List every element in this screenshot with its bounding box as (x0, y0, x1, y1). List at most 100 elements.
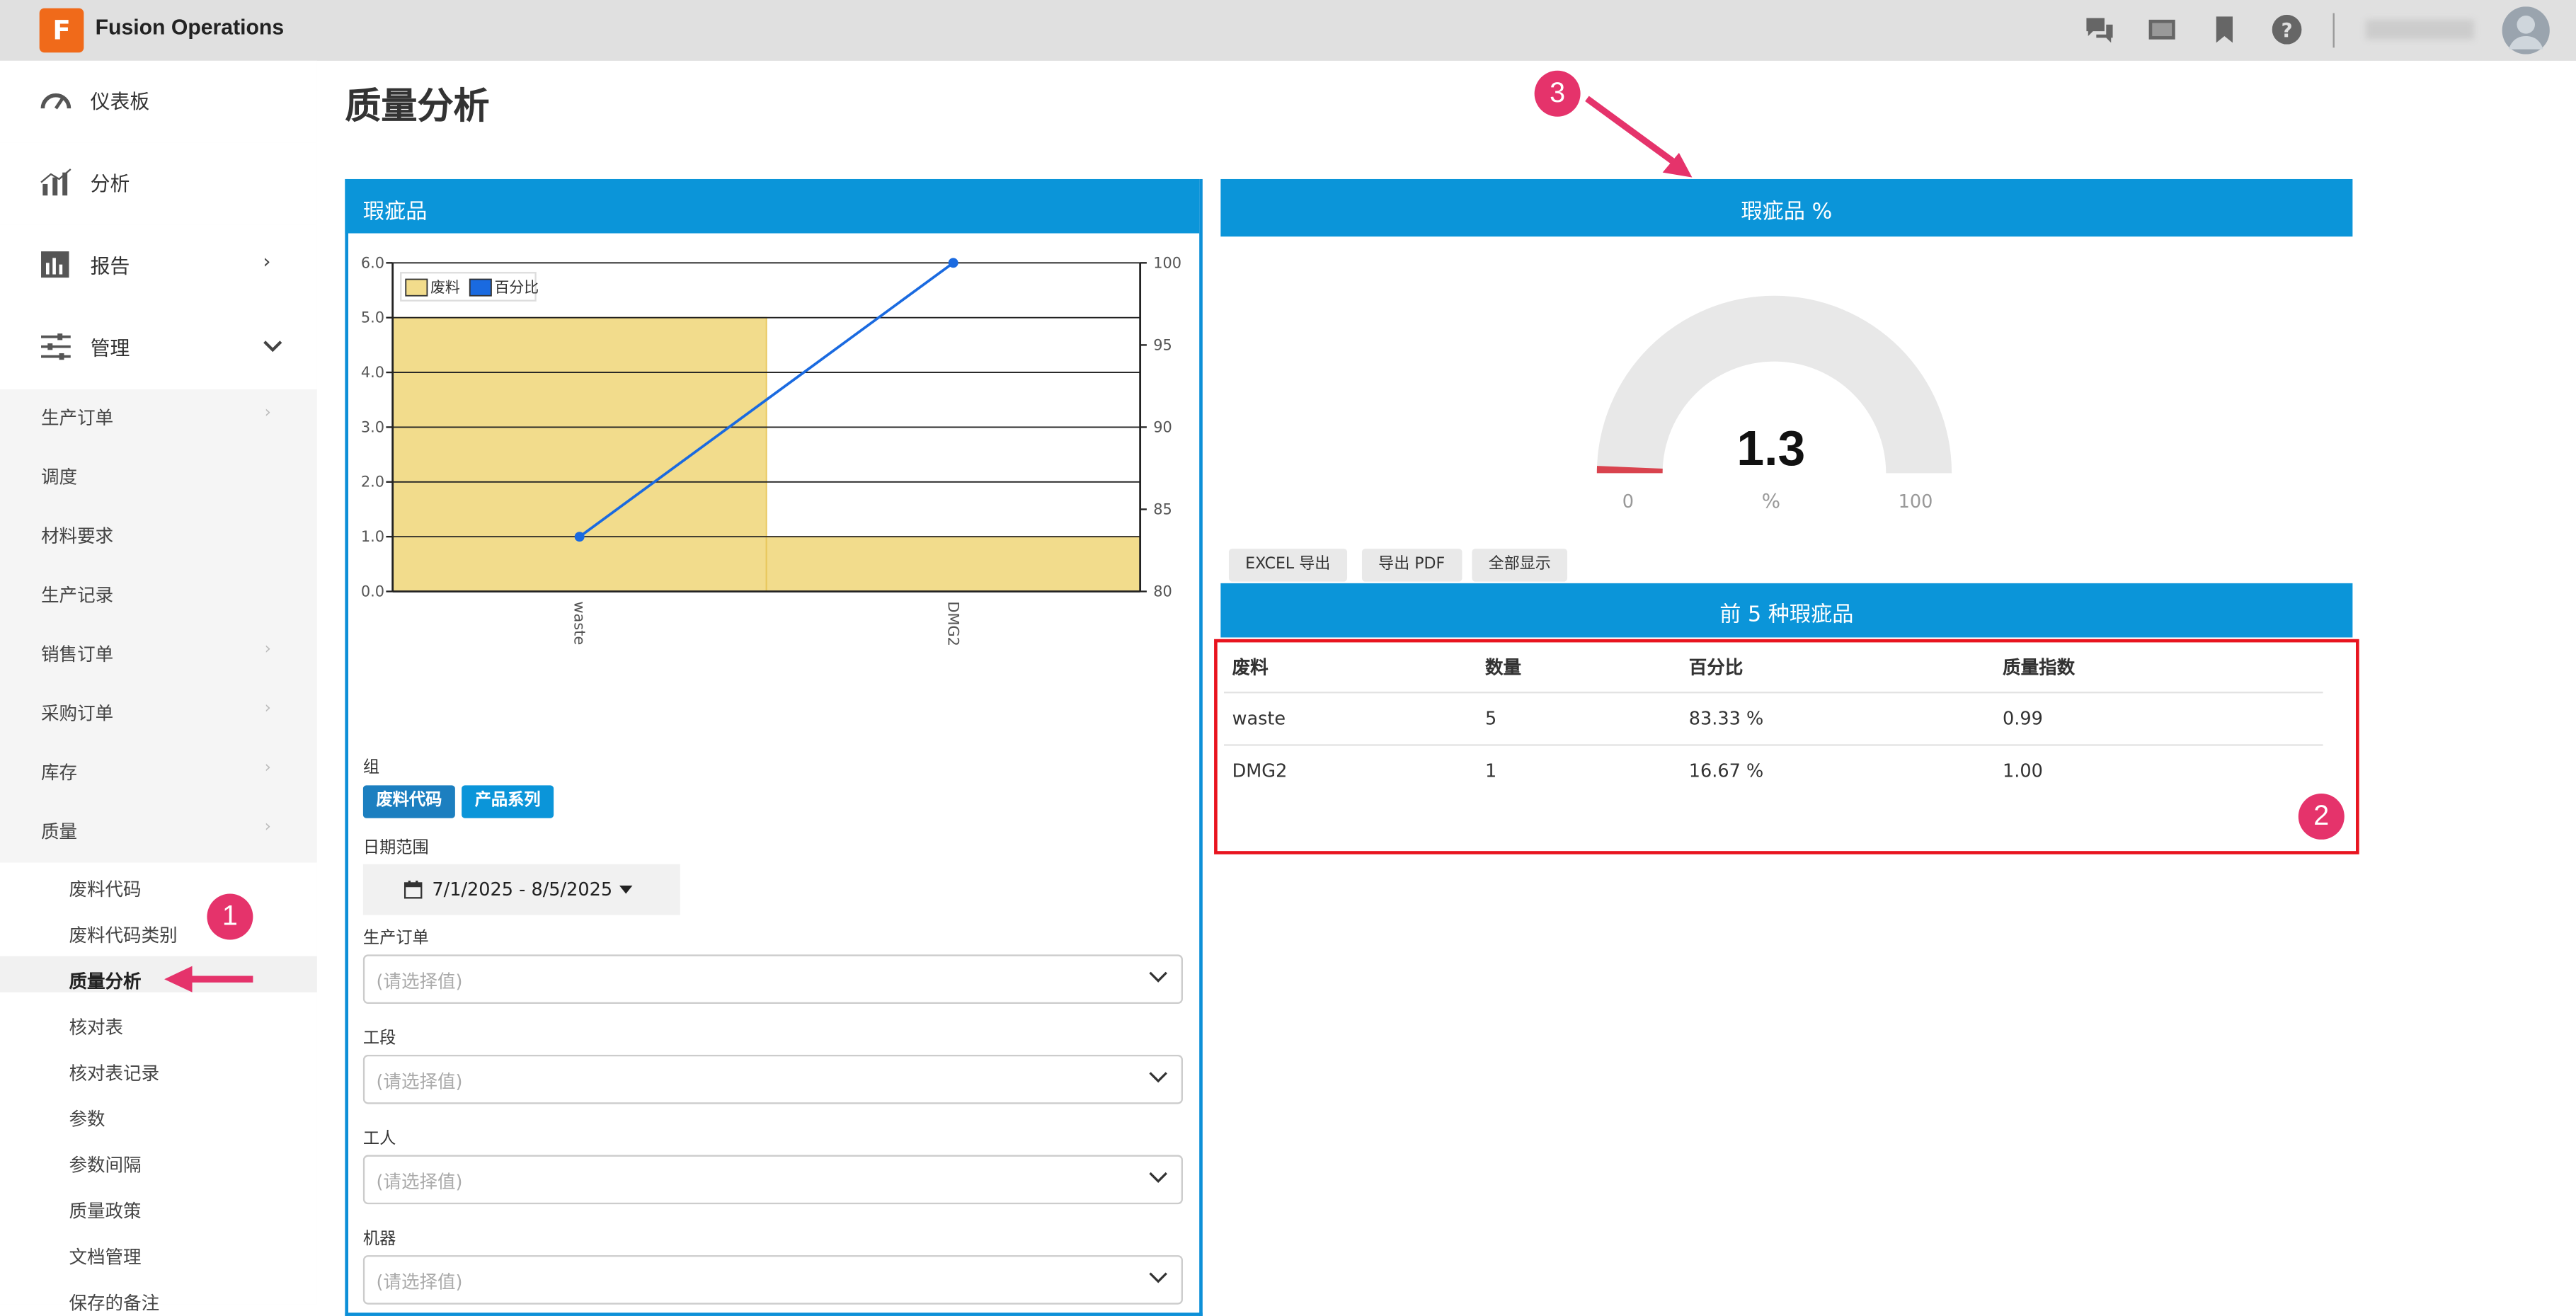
chart-legend-label: 废料 (430, 279, 460, 296)
app-logo[interactable]: F (39, 8, 84, 53)
top-bar: F Fusion Operations ? (0, 0, 2576, 61)
quality-item-scrap-code-categories[interactable]: 废料代码类别 (69, 922, 177, 948)
row-divider (1223, 692, 2323, 694)
bookmark-icon[interactable] (2209, 16, 2239, 43)
chevron-down-icon (1149, 971, 1167, 983)
select-placeholder: (请选择值) (376, 1171, 463, 1193)
chevron-right-icon: › (264, 641, 271, 659)
chevron-right-icon: › (264, 759, 271, 777)
chevron-down-icon (263, 341, 282, 353)
sidebar-item-sales-orders[interactable]: 销售订单 › (0, 624, 317, 684)
chart-y2-tick-label: 100 (1153, 254, 1181, 271)
worker-select[interactable]: (请选择值) (362, 1155, 1183, 1205)
chart-y-tick-label: 1.0 (361, 528, 384, 545)
work-center-select[interactable]: (请选择值) (362, 1054, 1183, 1104)
quality-item-scrap-codes[interactable]: 废料代码 (69, 876, 141, 902)
filter-label-worker: 工人 (362, 1130, 396, 1149)
chart-legend-swatch (469, 278, 492, 297)
quality-item-quality-policies[interactable]: 质量政策 (69, 1198, 141, 1224)
production-order-select[interactable]: (请选择值) (362, 954, 1183, 1005)
chart-point (948, 258, 958, 268)
cell-scrap: DMG2 (1232, 760, 1288, 782)
gauge-unit: % (1761, 489, 1781, 513)
sidebar-item-production-orders[interactable]: 生产订单 › (0, 388, 317, 447)
sidebar-item-manage[interactable]: 管理 (0, 307, 317, 390)
defect-percent-title: 瑕疵品 % (1741, 200, 1833, 225)
show-all-button[interactable]: 全部显示 (1472, 549, 1568, 582)
annotation-marker-3: 3 (1534, 70, 1581, 117)
avatar[interactable] (2502, 6, 2550, 55)
quality-item-parameter-intervals[interactable]: 参数间隔 (69, 1152, 141, 1178)
sidebar-item-reports[interactable]: 报告 › (0, 224, 317, 307)
cell-quantity: 1 (1485, 760, 1497, 782)
column-header-quality-index[interactable]: 质量指数 (2003, 654, 2075, 680)
help-icon[interactable]: ? (2272, 14, 2302, 45)
chevron-right-icon: › (264, 404, 271, 423)
defect-percent-header: 瑕疵品 % (1220, 178, 2353, 237)
machine-select[interactable]: (请选择值) (362, 1255, 1183, 1305)
sidebar-item-inventory[interactable]: 库存 › (0, 743, 317, 802)
annotation-marker-2: 2 (2298, 793, 2345, 840)
defects-panel-header: 瑕疵品 (345, 178, 1200, 234)
cell-scrap: waste (1232, 708, 1286, 730)
chart-y-tick-label: 0.0 (361, 583, 384, 600)
quality-item-quality-analysis[interactable]: 质量分析 (69, 968, 141, 994)
cell-quality-index: 0.99 (2003, 708, 2043, 730)
sidebar-item-analytics[interactable]: 分析 (0, 142, 317, 225)
cell-percent: 83.33 % (1688, 708, 1764, 730)
top5-header: 前 5 种瑕疵品 (1220, 583, 2353, 638)
column-header-scrap[interactable]: 废料 (1232, 654, 1269, 680)
quality-item-document-management[interactable]: 文档管理 (69, 1244, 141, 1270)
report-icon (41, 251, 69, 278)
sidebar-item-quality[interactable]: 质量 › (0, 802, 317, 862)
excel-export-button[interactable]: EXCEL 导出 (1228, 549, 1347, 582)
sidebar-item-purchase-orders[interactable]: 采购订单 › (0, 683, 317, 743)
filter-label-work-center: 工段 (362, 1030, 396, 1048)
column-header-quantity[interactable]: 数量 (1485, 654, 1521, 680)
chart-y-tick-label: 3.0 (361, 418, 384, 435)
quality-submenu: 废料代码 废料代码类别 质量分析 核对表 核对表记录 参数 参数间隔 质量政策 … (0, 862, 317, 1315)
sidebar-item-material-requirements[interactable]: 材料要求 (0, 506, 317, 566)
quality-item-parameters[interactable]: 参数 (69, 1106, 105, 1132)
chart-y2-tick-label: 85 (1153, 500, 1172, 517)
chart-y-tick-label: 4.0 (361, 364, 384, 381)
chevron-down-icon (1149, 1172, 1167, 1183)
chart-y-tick-label: 6.0 (361, 254, 384, 271)
sidebar-item-label: 生产记录 (41, 585, 114, 607)
chart-bar (391, 316, 767, 593)
chevron-right-icon: › (264, 818, 271, 837)
pdf-export-button[interactable]: 导出 PDF (1361, 549, 1462, 582)
dashboard-icon (40, 93, 71, 110)
column-header-percent[interactable]: 百分比 (1689, 654, 1744, 680)
sidebar: 仪表板 分析 报告 › 管理 生产订单 › 调度 材料要求 生产记录 销售订单 › … (0, 60, 317, 1315)
quality-item-checklists[interactable]: 核对表 (69, 1014, 123, 1040)
gauge-value: 1.3 (1736, 422, 1806, 477)
sidebar-item-scheduling[interactable]: 调度 (0, 447, 317, 506)
sidebar-item-production-records[interactable]: 生产记录 (0, 565, 317, 624)
quality-item-saved-notes[interactable]: 保存的备注 (69, 1290, 159, 1316)
defects-panel-title: 瑕疵品 (362, 200, 428, 225)
select-placeholder: (请选择值) (376, 971, 463, 992)
chart-x-tick-label: DMG2 (945, 601, 962, 646)
chat-icon[interactable] (2085, 16, 2114, 43)
top5-table-highlight (1214, 639, 2359, 854)
group-tag-product-family[interactable]: 产品系列 (462, 785, 554, 818)
annotation-arrowhead-3 (1662, 152, 1693, 178)
quality-item-checklist-records[interactable]: 核对表记录 (69, 1060, 159, 1086)
date-range-picker[interactable]: 7/1/2025 - 8/5/2025 (362, 864, 680, 915)
calendar-icon (403, 880, 423, 899)
page-title: 质量分析 (345, 87, 490, 129)
sidebar-item-label: 管理 (90, 336, 130, 360)
group-tag-scrap-code[interactable]: 废料代码 (362, 785, 455, 818)
active-item-highlight (0, 956, 317, 992)
group-label: 组 (362, 759, 380, 777)
app-name: Fusion Operations (95, 14, 285, 40)
defect-gauge (1596, 295, 1952, 474)
sidebar-item-label: 生产订单 (41, 407, 114, 429)
screen-icon[interactable] (2147, 16, 2177, 42)
row-divider (1223, 744, 2323, 746)
sliders-icon (41, 333, 71, 360)
chart-y2-tick-label: 90 (1153, 418, 1172, 435)
sidebar-item-dashboard[interactable]: 仪表板 (0, 60, 317, 143)
chart-x-tick-label: waste (571, 601, 588, 645)
